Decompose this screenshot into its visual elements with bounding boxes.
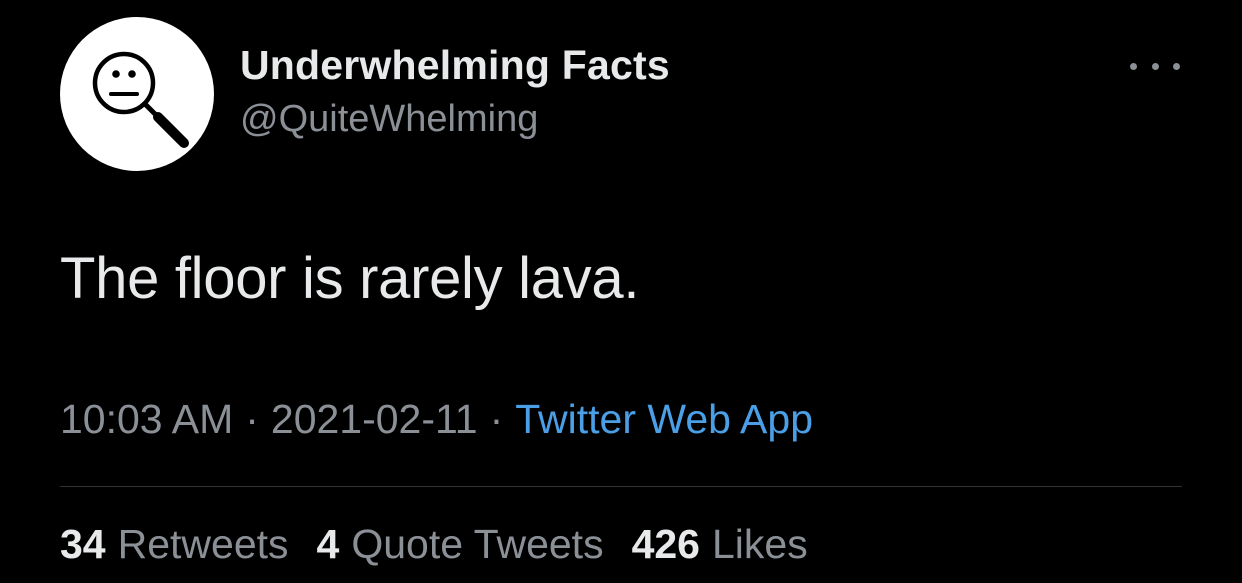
- tweet-time[interactable]: 10:03 AM: [60, 396, 233, 442]
- likes-stat[interactable]: 426 Likes: [632, 521, 808, 568]
- retweets-stat[interactable]: 34 Retweets: [60, 521, 289, 568]
- handle[interactable]: @QuiteWhelming: [240, 98, 538, 141]
- divider: [60, 486, 1182, 487]
- quote-tweets-label: Quote Tweets: [351, 521, 604, 567]
- likes-label: Likes: [712, 521, 808, 567]
- more-horizontal-icon: [1151, 62, 1159, 70]
- likes-count: 426: [631, 521, 700, 567]
- display-name[interactable]: Underwhelming Facts: [240, 42, 670, 89]
- tweet-meta: 10:03 AM · 2021-02-11 · Twitter Web App: [60, 396, 813, 443]
- more-horizontal-icon: [1130, 62, 1137, 70]
- avatar[interactable]: [60, 17, 214, 171]
- retweets-count: 34: [60, 521, 106, 567]
- more-horizontal-icon: [1173, 62, 1180, 70]
- quote-tweets-stat[interactable]: 4 Quote Tweets: [317, 521, 604, 568]
- tweet-text: The floor is rarely lava.: [60, 246, 640, 311]
- more-options-button[interactable]: [1130, 48, 1180, 84]
- meta-separator: ·: [245, 396, 259, 442]
- meta-separator: ·: [489, 396, 504, 442]
- tweet-detail: Underwhelming Facts @QuiteWhelming The f…: [0, 0, 1242, 583]
- quote-tweets-count: 4: [316, 521, 340, 567]
- neutral-face-magnifier-icon: [92, 51, 189, 148]
- tweet-date[interactable]: 2021-02-11: [271, 396, 478, 442]
- engagement-stats: 34 Retweets 4 Quote Tweets 426 Likes: [60, 521, 808, 568]
- retweets-label: Retweets: [117, 521, 289, 567]
- tweet-source-link[interactable]: Twitter Web App: [515, 396, 813, 442]
